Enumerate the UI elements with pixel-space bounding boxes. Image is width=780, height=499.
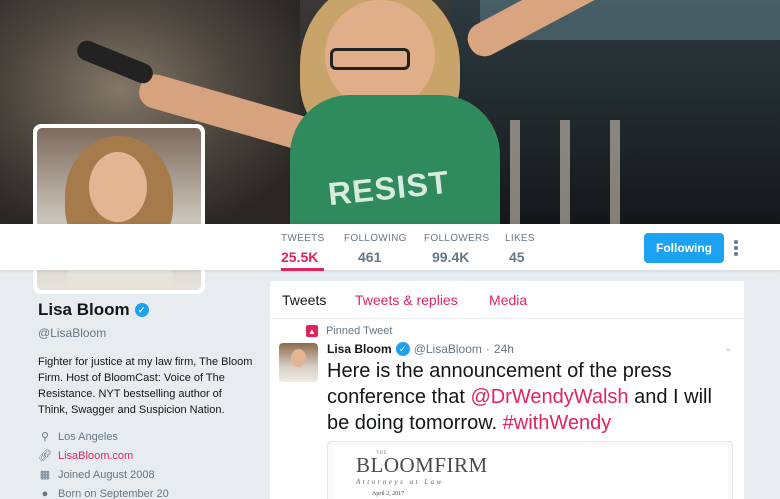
card-date: April 2, 2017 <box>372 491 405 497</box>
tweet-mention[interactable]: @DrWendyWalsh <box>470 386 628 408</box>
pin-icon: ▲ <box>306 325 318 337</box>
profile-card: Lisa Bloom ✓ @LisaBloom Fighter for just… <box>38 300 258 499</box>
tweet-author[interactable]: Lisa Bloom <box>327 342 392 356</box>
stat-followers[interactable]: FOLLOWERS 99.4K <box>424 233 490 265</box>
profile-bio: Fighter for justice at my law firm, The … <box>38 356 253 416</box>
verified-badge-icon: ✓ <box>134 303 149 317</box>
tweet-header: Lisa Bloom ✓ @LisaBloom · 24h <box>327 342 514 356</box>
link-icon: 🔗︎ <box>38 450 52 462</box>
timeline: Tweets Tweets & replies Media ▲ Pinned T… <box>270 281 744 499</box>
timeline-tabs: Tweets Tweets & replies Media <box>270 281 744 319</box>
tab-tweets[interactable]: Tweets <box>282 292 326 308</box>
balloon-icon: ● <box>41 487 49 499</box>
location-pin-icon: ⚲ <box>40 431 50 443</box>
tweet-time[interactable]: 24h <box>494 342 514 356</box>
following-button[interactable]: Following <box>644 233 724 263</box>
pinned-label: ▲ Pinned Tweet <box>306 325 392 337</box>
stat-likes[interactable]: LIKES 45 <box>505 233 535 265</box>
tweet-separator: · <box>485 342 490 356</box>
tweet-handle[interactable]: @LisaBloom <box>414 342 482 356</box>
profile-website: 🔗︎ LisaBloom.com <box>38 446 258 465</box>
tweet-text: Here is the announcement of the press co… <box>327 360 712 434</box>
tweet-avatar[interactable] <box>279 343 318 382</box>
chevron-down-icon[interactable]: ⌄ <box>724 343 732 354</box>
tab-tweets-replies[interactable]: Tweets & replies <box>355 292 458 308</box>
bloom-firm-logo: THE BLOOMFIRM <box>356 451 488 477</box>
verified-badge-icon: ✓ <box>395 342 410 356</box>
tab-media[interactable]: Media <box>489 292 527 308</box>
stat-following[interactable]: FOLLOWING 461 <box>344 233 407 265</box>
profile-location: ⚲ Los Angeles <box>38 427 258 446</box>
calendar-icon: ▦ <box>39 469 51 481</box>
tweet-hashtag[interactable]: #withWendy <box>503 412 612 434</box>
card-subtitle: Attorneys at Law <box>356 478 444 486</box>
profile-joined: ▦ Joined August 2008 <box>39 468 155 482</box>
profile-birthday: ● Born on September 20 <box>38 484 258 499</box>
more-options-icon[interactable] <box>733 240 739 258</box>
profile-name: Lisa Bloom ✓ <box>38 300 149 320</box>
tweet-media-card[interactable]: THE BLOOMFIRM Attorneys at Law April 2, … <box>327 441 733 499</box>
website-link[interactable]: LisaBloom.com <box>58 450 133 462</box>
profile-handle: @LisaBloom <box>38 326 107 340</box>
stat-tweets[interactable]: TWEETS 25.5K <box>281 233 325 271</box>
